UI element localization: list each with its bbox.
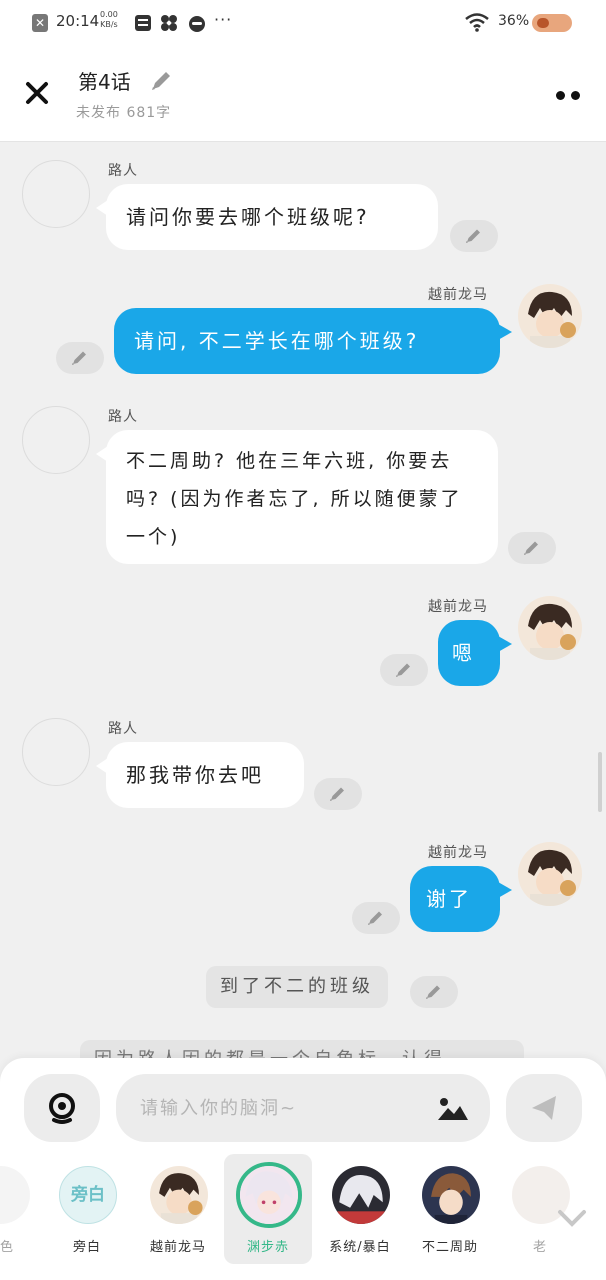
pencil-icon [368, 911, 382, 925]
notification-icon: ✕ [32, 14, 48, 32]
role-avatar [332, 1166, 390, 1224]
battery-percent: 36% [498, 13, 530, 29]
close-icon[interactable] [20, 76, 54, 110]
message-bubble[interactable]: 请问, 不二学长在哪个班级? [114, 308, 512, 374]
role-item-system[interactable]: 系统/暴白 [316, 1154, 404, 1264]
role-item-active[interactable]: 渊步赤 [224, 1154, 312, 1264]
wifi-icon [465, 13, 489, 32]
net-speed-unit: KB/s [100, 20, 118, 29]
role-name: 角色 [0, 1240, 14, 1255]
chapter-title[interactable]: 第4话 [78, 66, 131, 95]
ryoma-avatar[interactable] [518, 842, 582, 906]
role-name: 渊步赤 [246, 1240, 289, 1255]
role-avatar [0, 1166, 30, 1224]
message-bubble[interactable]: 嗯 [438, 620, 512, 686]
battery-icon [532, 14, 572, 32]
role-name: 不二周助 [421, 1240, 478, 1255]
message-bubble[interactable]: 请问你要去哪个班级呢? [96, 184, 438, 250]
image-icon[interactable] [436, 1096, 470, 1122]
edit-message-button[interactable] [450, 220, 498, 252]
role-name: 系统/暴白 [329, 1240, 391, 1255]
role-name: 老 [532, 1240, 547, 1255]
chevron-down-icon[interactable] [556, 1206, 588, 1230]
role-avatar [236, 1162, 302, 1228]
message-bubble[interactable]: 那我带你去吧 [96, 742, 304, 808]
role-item-fuji[interactable]: 不二周助 [406, 1154, 494, 1264]
more-dots-icon[interactable] [552, 86, 586, 106]
message-input[interactable] [140, 1074, 430, 1142]
role-selector[interactable]: 角色 旁白 旁白 越前龙马 渊步赤 系统/暴白 [0, 1154, 606, 1280]
net-speed: 0.00 KB/s [100, 10, 118, 30]
message-bubble[interactable]: 谢了 [410, 866, 512, 932]
pencil-icon [396, 663, 410, 677]
send-button[interactable] [506, 1074, 582, 1142]
edit-message-button[interactable] [56, 342, 104, 374]
status-bar: ✕ 20:14 0.00 KB/s ··· 36% [0, 0, 606, 46]
chat-list[interactable]: 路人 请问你要去哪个班级呢? 越前龙马 请问, 不二学长在哪个班级? 路人 不二… [0, 142, 606, 1062]
bystander-avatar[interactable] [22, 406, 90, 474]
narrator-avatar: 旁白 [59, 1166, 117, 1224]
pencil-icon [466, 229, 480, 243]
sender-name: 越前龙马 [428, 845, 488, 861]
edit-message-button[interactable] [508, 532, 556, 564]
voice-button[interactable] [24, 1074, 100, 1142]
ryoma-avatar[interactable] [518, 284, 582, 348]
edit-message-button[interactable] [410, 976, 458, 1008]
voice-icon [49, 1093, 75, 1124]
sender-name: 越前龙马 [428, 287, 488, 303]
role-name: 越前龙马 [149, 1240, 206, 1255]
bystander-avatar[interactable] [22, 160, 90, 228]
send-icon [532, 1096, 556, 1120]
pencil-icon [524, 541, 538, 555]
bystander-avatar[interactable] [22, 718, 90, 786]
sender-name: 路人 [108, 721, 138, 737]
message-bubble[interactable]: 不二周助? 他在三年六班, 你要去吗? (因为作者忘了, 所以随便蒙了一个) [96, 430, 498, 564]
chapter-subtitle: 未发布 681字 [76, 105, 172, 121]
list-app-icon [135, 15, 151, 31]
role-item[interactable]: 角色 [0, 1154, 44, 1264]
role-item-narrator[interactable]: 旁白 旁白 [43, 1154, 131, 1264]
net-speed-value: 0.00 [100, 10, 118, 19]
scrollbar[interactable] [598, 752, 602, 812]
status-time: 20:14 [56, 12, 100, 30]
pencil-icon [330, 787, 344, 801]
role-name: 旁白 [72, 1240, 101, 1255]
edit-message-button[interactable] [314, 778, 362, 810]
composer-panel: 角色 旁白 旁白 越前龙马 渊步赤 系统/暴白 [0, 1058, 606, 1280]
edit-message-button[interactable] [380, 654, 428, 686]
sender-name: 越前龙马 [428, 599, 488, 615]
status-more: ··· [214, 10, 233, 29]
sender-name: 路人 [108, 163, 138, 179]
role-avatar [150, 1166, 208, 1224]
ryoma-avatar[interactable] [518, 596, 582, 660]
narration-bubble[interactable]: 到了不二的班级 [206, 966, 388, 1008]
pencil-icon [426, 985, 440, 999]
message-input-box[interactable] [116, 1074, 490, 1142]
sender-name: 路人 [108, 409, 138, 425]
role-avatar [422, 1166, 480, 1224]
edit-title-pencil-icon[interactable] [148, 68, 174, 94]
pencil-icon [72, 351, 86, 365]
edit-message-button[interactable] [352, 902, 400, 934]
fan-app-icon [161, 15, 177, 31]
cat-app-icon [189, 16, 205, 32]
role-item-ryoma[interactable]: 越前龙马 [134, 1154, 222, 1264]
chapter-header: 第4话 未发布 681字 [0, 46, 606, 142]
